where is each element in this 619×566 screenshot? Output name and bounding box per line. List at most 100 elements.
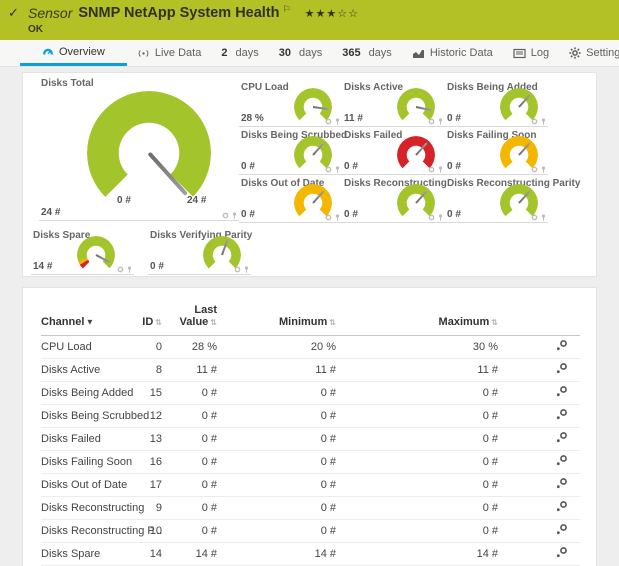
cell-pin-icon[interactable]	[334, 214, 341, 221]
gauge-cell-disks-out-of-date[interactable]: Disks Out of Date 0 #	[239, 175, 342, 223]
gauge-cell-disks-verifying-parity[interactable]: Disks Verifying Parity 0 #	[148, 227, 251, 275]
gauge-cell-disks-spare[interactable]: Disks Spare 14 #	[31, 227, 134, 275]
channel-settings-icon[interactable]	[555, 408, 568, 424]
cell-pin-icon[interactable]	[437, 166, 444, 173]
tab-365-days[interactable]: 365 days	[332, 40, 402, 66]
column-header-id[interactable]: ID⇅	[126, 304, 162, 336]
channel-settings-icon[interactable]	[555, 454, 568, 470]
cell-settings-icon[interactable]	[531, 166, 538, 173]
channel-id: 17	[126, 474, 162, 497]
cell-settings-icon[interactable]	[531, 118, 538, 125]
tab-365-days-number: 365	[342, 47, 360, 59]
cell-settings-icon[interactable]	[222, 212, 229, 219]
channel-minimum: 0 #	[217, 405, 336, 428]
gauge-cell-disks-failing-soon[interactable]: Disks Failing Soon 0 #	[445, 127, 548, 175]
stars-empty: ☆☆	[337, 7, 359, 20]
gauge-title: Disks Total	[39, 75, 239, 89]
gauge-cell-disks-being-added[interactable]: Disks Being Added 0 #	[445, 79, 548, 127]
tab-2-days[interactable]: 2 days	[211, 40, 268, 66]
channel-minimum: 20 %	[217, 336, 336, 359]
gauge-cell-disks-reconstructing[interactable]: Disks Reconstructing 0 #	[342, 175, 445, 223]
channel-minimum: 0 #	[217, 474, 336, 497]
cell-pin-icon[interactable]	[334, 118, 341, 125]
channel-maximum: 30 %	[336, 336, 498, 359]
gauge-value: 0 #	[344, 209, 358, 220]
cell-pin-icon[interactable]	[126, 266, 133, 273]
channel-maximum: 0 #	[336, 382, 498, 405]
cell-settings-icon[interactable]	[428, 214, 435, 221]
channel-row[interactable]: Disks Failed130 #0 #0 #	[41, 428, 580, 451]
gauge-value: 24 #	[41, 207, 60, 218]
column-header-minimum[interactable]: Minimum⇅	[217, 304, 336, 336]
tab-settings-label: Settings	[586, 47, 619, 59]
cell-settings-icon[interactable]	[117, 266, 124, 273]
channel-row[interactable]: CPU Load028 %20 %30 %	[41, 336, 580, 359]
cell-settings-icon[interactable]	[234, 266, 241, 273]
channel-name: Disks Being Scrubbed	[41, 405, 126, 428]
cell-pin-icon[interactable]	[437, 118, 444, 125]
channel-row[interactable]: Disks Failing Soon160 #0 #0 #	[41, 451, 580, 474]
cell-pin-icon[interactable]	[540, 118, 547, 125]
gauge-cell-disks-failed[interactable]: Disks Failed 0 #	[342, 127, 445, 175]
channel-row[interactable]: Disks Being Added150 #0 #0 #	[41, 382, 580, 405]
tab-2-days-unit: days	[235, 47, 258, 59]
gauge-cell-disks-active[interactable]: Disks Active 11 #	[342, 79, 445, 127]
live-data-icon	[137, 48, 150, 59]
channel-maximum: 0 #	[336, 474, 498, 497]
gauge-cell-cpu-load[interactable]: CPU Load 28 %	[239, 79, 342, 127]
tab-settings[interactable]: Settings	[559, 40, 619, 66]
channel-name: Disks Out of Date	[41, 474, 126, 497]
tab-overview[interactable]: Overview	[20, 40, 127, 66]
cell-pin-icon[interactable]	[540, 166, 547, 173]
sensor-title: SNMP NetApp System Health	[78, 5, 279, 21]
channel-row[interactable]: Disks Spare1414 #14 #14 #	[41, 543, 580, 566]
channel-settings-icon[interactable]	[555, 362, 568, 378]
column-header-maximum[interactable]: Maximum⇅	[336, 304, 498, 336]
cell-settings-icon[interactable]	[531, 214, 538, 221]
channel-maximum: 0 #	[336, 451, 498, 474]
tab-30-days[interactable]: 30 days	[269, 40, 333, 66]
gauge-scale-min: 0 #	[117, 195, 131, 206]
column-header-channel[interactable]: Channel▼	[41, 304, 126, 336]
channel-settings-icon[interactable]	[555, 500, 568, 516]
cell-pin-icon[interactable]	[334, 166, 341, 173]
gauge-cell-disks-total[interactable]: Disks Total 0 # 24 # 24 #	[39, 75, 239, 221]
tab-log[interactable]: Log	[503, 40, 559, 66]
channel-row[interactable]: Disks Out of Date170 #0 #0 #	[41, 474, 580, 497]
tab-bar: Overview Live Data 2 days 30 days 365 da…	[0, 40, 619, 67]
status-check-icon: ✓	[8, 5, 28, 21]
channel-settings-icon[interactable]	[555, 339, 568, 355]
disks-spare-gauge	[77, 236, 115, 274]
cell-settings-icon[interactable]	[325, 166, 332, 173]
channel-row[interactable]: Disks Being Scrubbed120 #0 #0 #	[41, 405, 580, 428]
channel-row[interactable]: Disks Active811 #11 #11 #	[41, 359, 580, 382]
cell-pin-icon[interactable]	[231, 212, 238, 219]
cell-settings-icon[interactable]	[325, 214, 332, 221]
cell-settings-icon[interactable]	[428, 118, 435, 125]
gauge-cell-disks-reconstructing-parity[interactable]: Disks Reconstructing Parity 0 #	[445, 175, 548, 223]
channel-settings-icon[interactable]	[555, 546, 568, 562]
cell-settings-icon[interactable]	[325, 118, 332, 125]
cell-pin-icon[interactable]	[437, 214, 444, 221]
channel-row[interactable]: Disks Reconstructing P...100 #0 #0 #	[41, 520, 580, 543]
tab-30-days-unit: days	[299, 47, 322, 59]
cell-pin-icon[interactable]	[540, 214, 547, 221]
channel-settings-icon[interactable]	[555, 477, 568, 493]
flag-icon[interactable]: ⚐	[283, 5, 291, 15]
gauge-value: 0 #	[241, 161, 255, 172]
channel-minimum: 0 #	[217, 428, 336, 451]
cell-settings-icon[interactable]	[428, 166, 435, 173]
channel-settings-icon[interactable]	[555, 523, 568, 539]
gauge-value: 11 #	[344, 113, 363, 124]
column-header-last-value[interactable]: LastValue⇅	[162, 304, 217, 336]
channel-settings-icon[interactable]	[555, 385, 568, 401]
star-rating[interactable]: ★★★☆☆	[305, 7, 359, 20]
channel-row[interactable]: Disks Reconstructing90 #0 #0 #	[41, 497, 580, 520]
sort-icon: ⇅	[155, 318, 162, 327]
tab-historic-data[interactable]: Historic Data	[402, 40, 503, 66]
channel-settings-icon[interactable]	[555, 431, 568, 447]
cell-pin-icon[interactable]	[243, 266, 250, 273]
tab-overview-label: Overview	[59, 46, 105, 58]
tab-live-data[interactable]: Live Data	[127, 40, 211, 66]
gauge-cell-disks-being-scrubbed[interactable]: Disks Being Scrubbed 0 #	[239, 127, 342, 175]
